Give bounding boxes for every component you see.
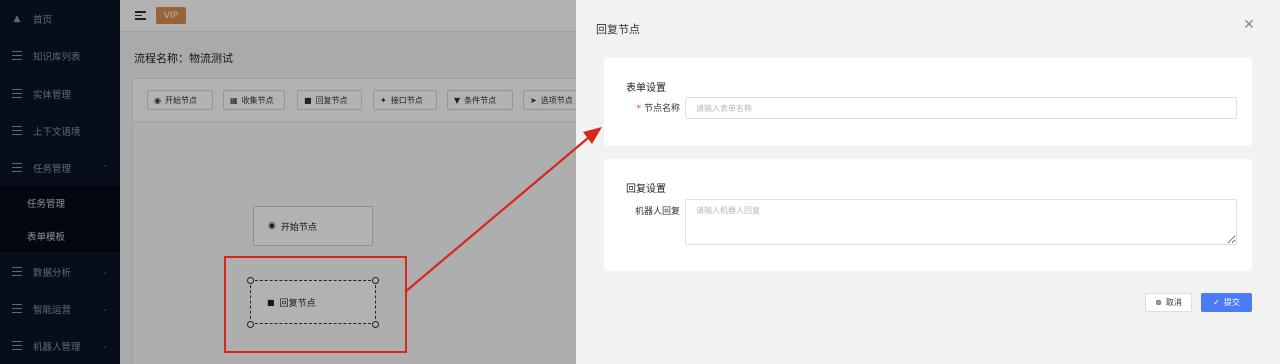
node-name-label-text: 节点名称 <box>643 104 680 114</box>
drawer-title: 回复节点 <box>596 23 640 36</box>
robot-reply-textarea[interactable] <box>685 199 1237 245</box>
button-label: 提交 <box>1223 298 1240 307</box>
cancel-button[interactable]: ⊗ 取消 <box>1145 293 1192 312</box>
close-circle-icon: ⊗ <box>1155 298 1162 307</box>
reply-node-drawer: 回复节点 ✕ 表单设置 *节点名称 回复设置 机器人回复 ⊗取消 ✓提交 <box>576 0 1280 364</box>
robot-reply-label: 机器人回复 <box>634 207 680 217</box>
reply-settings-card: 回复设置 机器人回复 <box>604 159 1252 271</box>
form-settings-card: 表单设置 * 节点名称 <box>604 58 1252 146</box>
annotation-highlight-box <box>224 256 407 353</box>
reply-settings-heading: 回复设置 <box>626 184 666 195</box>
required-mark: * <box>636 104 641 114</box>
close-icon[interactable]: ✕ <box>1242 18 1256 32</box>
node-name-label: * 节点名称 <box>636 101 680 114</box>
form-settings-heading: 表单设置 <box>626 83 666 94</box>
node-name-input[interactable] <box>685 97 1237 119</box>
button-label: 取消 <box>1165 298 1182 307</box>
check-circle-icon: ✓ <box>1213 298 1220 307</box>
submit-button[interactable]: ✓ 提交 <box>1201 293 1252 312</box>
